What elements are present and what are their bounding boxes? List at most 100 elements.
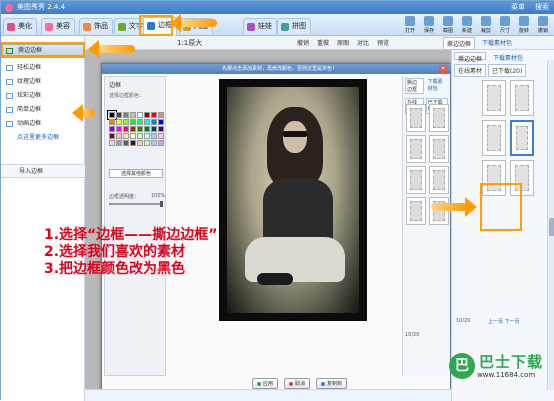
frame-thumbnail[interactable]	[406, 166, 426, 194]
top-tab-torn-frame[interactable]: 撕边边框	[443, 37, 476, 50]
color-swatch[interactable]	[151, 126, 157, 132]
material-page-links[interactable]: 上一页 下一页	[488, 318, 520, 325]
original-button[interactable]: 原图	[337, 38, 349, 47]
material-pager: 10/20	[456, 318, 471, 324]
opacity-slider[interactable]	[109, 201, 163, 207]
color-swatch[interactable]	[109, 126, 115, 132]
color-swatch[interactable]	[144, 119, 150, 125]
tab-beautify[interactable]: 美化	[3, 18, 37, 34]
preview-button[interactable]: 预览	[377, 38, 389, 47]
material-downloaded-tab[interactable]: 已下载(20)	[488, 64, 527, 77]
material-thumbnail[interactable]	[482, 120, 506, 156]
color-swatch[interactable]	[158, 126, 164, 132]
material-thumbnail-selected[interactable]	[510, 120, 534, 156]
material-scrollbar[interactable]	[547, 60, 554, 390]
copy-button[interactable]: 复制到	[316, 378, 348, 389]
material-tab-torn-frame[interactable]: 撕边边框	[454, 52, 487, 63]
color-swatch[interactable]	[158, 119, 164, 125]
color-swatch[interactable]	[144, 133, 150, 139]
frame-thumbnail[interactable]	[429, 166, 449, 194]
color-swatch[interactable]	[123, 126, 129, 132]
tab-doll[interactable]: 娃娃	[243, 18, 277, 34]
compare-button[interactable]: 对比	[357, 38, 369, 47]
color-swatch-selected[interactable]	[107, 110, 117, 120]
sidebar-item-simple-frame[interactable]: 简单边框	[5, 104, 41, 116]
apply-button[interactable]: 应用	[252, 378, 279, 389]
tab-accessories[interactable]: 饰品	[79, 18, 113, 34]
sidebar-item-color-frame[interactable]: 炫彩边框	[5, 90, 41, 102]
opacity-slider-knob[interactable]	[160, 201, 163, 207]
color-swatch[interactable]	[137, 112, 143, 118]
material-online-tab[interactable]: 在线素材	[454, 64, 487, 77]
tab-beauty[interactable]: 美容	[41, 18, 75, 34]
color-swatch[interactable]	[130, 119, 136, 125]
color-swatch[interactable]	[116, 133, 122, 139]
color-swatch[interactable]	[137, 126, 143, 132]
material-thumbnail[interactable]	[482, 80, 506, 116]
dialog-download-link[interactable]: 下载素材包	[426, 78, 448, 94]
color-swatch[interactable]	[123, 133, 129, 139]
color-swatch[interactable]	[151, 140, 157, 146]
menu-link[interactable]: 菜单	[511, 1, 525, 14]
cancel-button[interactable]: 取消	[284, 378, 311, 389]
color-swatch[interactable]	[137, 119, 143, 125]
material-download-link[interactable]: 下载素材包	[490, 52, 526, 62]
color-swatch[interactable]	[116, 140, 122, 146]
undo-button[interactable]: 撤销	[297, 38, 309, 47]
color-swatch[interactable]	[123, 119, 129, 125]
color-swatch[interactable]	[116, 126, 122, 132]
color-swatch[interactable]	[158, 140, 164, 146]
crop-button[interactable]: 裁剪	[478, 16, 494, 35]
color-swatch[interactable]	[158, 133, 164, 139]
search-link[interactable]: 搜索	[535, 1, 549, 14]
color-swatch[interactable]	[151, 119, 157, 125]
color-swatch[interactable]	[130, 133, 136, 139]
frame-thumbnail[interactable]	[406, 135, 426, 163]
color-swatch[interactable]	[144, 140, 150, 146]
save-button[interactable]: 保存	[421, 16, 437, 35]
frame-thumbnail[interactable]	[406, 197, 426, 225]
color-swatch[interactable]	[151, 112, 157, 118]
tab-collage[interactable]: 拼图	[277, 18, 311, 34]
arrow-to-sidebar	[88, 40, 135, 58]
zoom-level[interactable]: 1:1原大	[177, 38, 202, 48]
more-colors-button[interactable]: 选择其他颜色	[109, 169, 163, 178]
color-swatch[interactable]	[151, 133, 157, 139]
material-thumbnail[interactable]	[510, 80, 534, 116]
color-swatch[interactable]	[158, 112, 164, 118]
frame-thumbnail[interactable]	[406, 104, 426, 132]
color-swatch[interactable]	[137, 133, 143, 139]
frame-thumbnail[interactable]	[429, 197, 449, 225]
redo-button[interactable]: 重做	[317, 38, 329, 47]
color-swatch[interactable]	[130, 126, 136, 132]
frame-thumbnail[interactable]	[429, 104, 449, 132]
color-swatch[interactable]	[130, 112, 136, 118]
rotate-button[interactable]: 旋转	[516, 16, 532, 35]
scrollbar-thumb[interactable]	[549, 218, 554, 236]
color-swatch[interactable]	[109, 140, 115, 146]
color-swatch[interactable]	[109, 133, 115, 139]
color-swatch[interactable]	[130, 140, 136, 146]
frame-thumbnail[interactable]	[429, 135, 449, 163]
color-swatch[interactable]	[116, 112, 122, 118]
color-swatch[interactable]	[123, 140, 129, 146]
sidebar-item-texture-frame[interactable]: 纹理边框	[5, 76, 41, 88]
undo-tool-button[interactable]: 撤销	[535, 16, 551, 35]
color-swatch[interactable]	[144, 126, 150, 132]
open-button[interactable]: 打开	[402, 16, 418, 35]
color-swatch[interactable]	[137, 140, 143, 146]
more-frames-link[interactable]: 点这里更多边框	[5, 132, 59, 144]
top-download-link[interactable]: 下载素材包	[479, 37, 515, 50]
color-swatch[interactable]	[123, 112, 129, 118]
new-button[interactable]: 新建	[459, 16, 475, 35]
dialog-tab-torn-frame[interactable]: 撕边边框	[405, 78, 424, 94]
sidebar-item-animated-frame[interactable]: 动画边框	[5, 118, 41, 130]
color-swatch[interactable]	[144, 112, 150, 118]
color-swatch[interactable]	[109, 119, 115, 125]
color-swatch[interactable]	[116, 119, 122, 125]
size-button[interactable]: 尺寸	[497, 16, 513, 35]
import-frame-button[interactable]: 导入边框	[1, 164, 85, 178]
sidebar-item-easy-frame[interactable]: 轻松边框	[5, 62, 41, 74]
close-icon[interactable]: ×	[439, 65, 447, 73]
screenshot-button[interactable]: 截图	[440, 16, 456, 35]
